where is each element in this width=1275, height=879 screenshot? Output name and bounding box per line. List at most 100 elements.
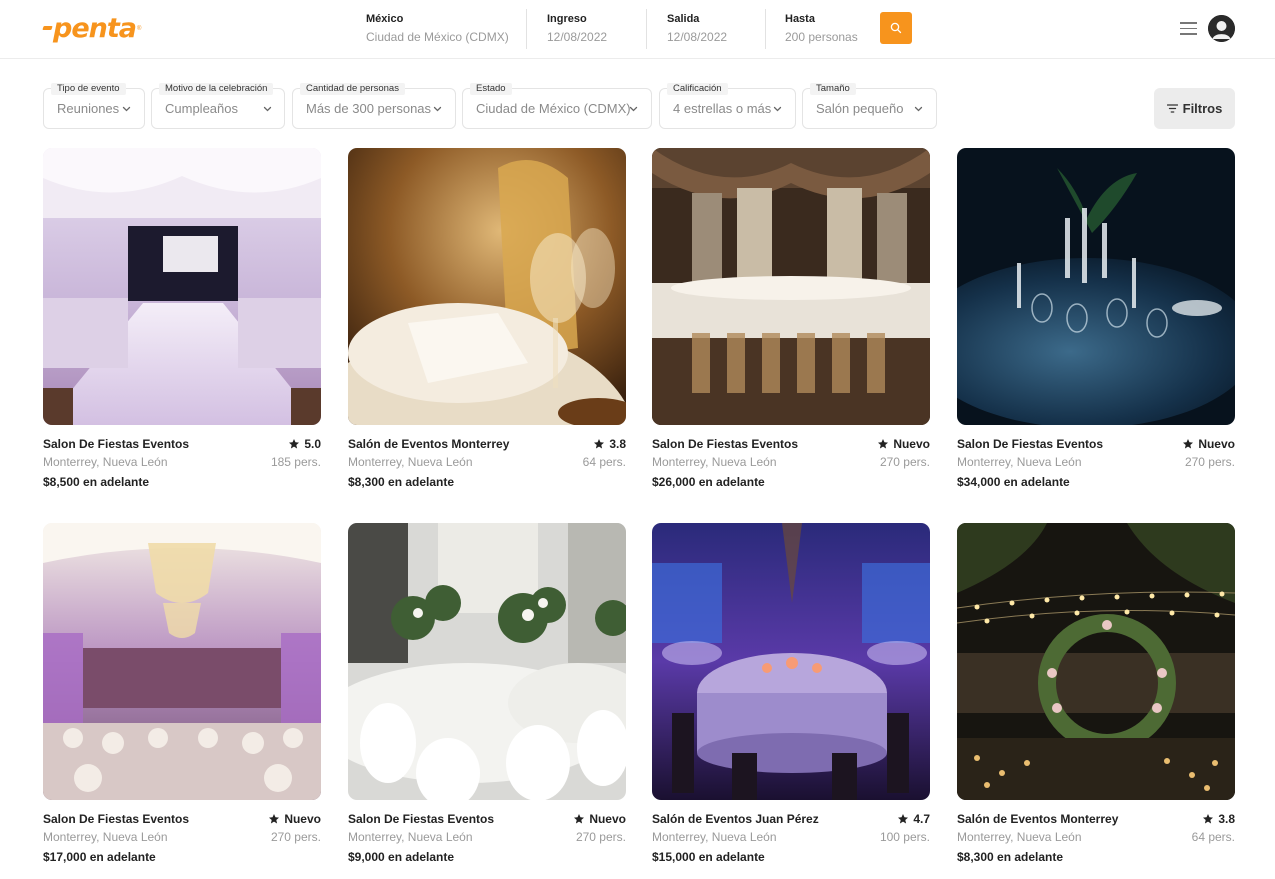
search-button[interactable] [880,12,912,44]
listing-card[interactable]: Salon De Fiestas Eventos Nuevo Monterrey… [348,523,626,868]
filter-celebration-reason[interactable]: Motivo de la celebración Cumpleaños [151,83,285,129]
brand-name: penta [53,12,137,44]
search-checkout[interactable]: Salida 12/08/2022 [647,9,766,49]
listing-rating: 4.7 [897,812,930,826]
filter-rating-label: Calificación [667,83,728,95]
search-bar: México Ciudad de México (CDMX) Ingreso 1… [366,9,912,49]
filter-event-type-label: Tipo de evento [51,83,126,95]
search-guests[interactable]: Hasta 200 personas [766,9,880,49]
listing-title[interactable]: Salón de Eventos Monterrey [957,812,1118,826]
listing-price: $17,000 en adelante [43,850,156,864]
listing-title[interactable]: Salon De Fiestas Eventos [652,437,798,451]
filters-button-label: Filtros [1182,101,1223,116]
user-avatar-icon[interactable] [1208,15,1235,42]
listing-price: $8,500 en adelante [43,475,150,489]
listing-title[interactable]: Salón de Eventos Monterrey [348,437,509,451]
listing-title[interactable]: Salon De Fiestas Eventos [348,812,494,826]
listing-price: $26,000 en adelante [652,475,765,489]
listing-card[interactable]: Salon De Fiestas Eventos 5.0 Monterrey, … [43,148,321,493]
listing-card[interactable]: Salon De Fiestas Eventos Nuevo Monterrey… [43,523,321,868]
filters-button[interactable]: Filtros [1154,88,1235,129]
brand-logo[interactable]: penta ® [42,10,142,46]
listing-photo[interactable] [652,148,930,425]
filter-event-type[interactable]: Tipo de evento Reuniones [43,83,145,129]
star-icon [289,439,300,449]
listing-title[interactable]: Salón de Eventos Juan Pérez [652,812,819,826]
listing-rating: Nuevo [573,812,626,826]
star-icon [898,814,909,824]
filter-rating[interactable]: Calificación 4 estrellas o más [659,83,796,129]
star-icon [878,439,889,449]
listing-rating: Nuevo [268,812,321,826]
filter-guest-count[interactable]: Cantidad de personas Más de 300 personas [292,83,456,129]
listing-title[interactable]: Salon De Fiestas Eventos [43,437,189,451]
listing-card[interactable]: Salón de Eventos Monterrey 3.8 Monterrey… [957,523,1235,868]
listing-rating-value: 5.0 [304,437,321,451]
search-checkin-label: Ingreso [547,13,587,25]
star-icon [269,814,280,824]
listing-card[interactable]: Salon De Fiestas Eventos Nuevo Monterrey… [957,148,1235,493]
search-icon [890,22,902,34]
filter-guest-count-value: Más de 300 personas [306,101,432,116]
search-checkin-value: 12/08/2022 [547,30,608,44]
listing-photo[interactable] [348,523,626,800]
chevron-down-icon [433,106,442,112]
listing-photo[interactable] [652,523,930,800]
listing-photo[interactable] [957,148,1235,425]
listing-rating: Nuevo [877,437,930,451]
filter-state[interactable]: Estado Ciudad de México (CDMX) [462,83,652,129]
filter-size[interactable]: Tamaño Salón pequeño [802,83,937,129]
listing-title[interactable]: Salon De Fiestas Eventos [43,812,189,826]
search-checkin[interactable]: Ingreso 12/08/2022 [527,9,647,49]
listing-photo[interactable] [43,148,321,425]
listing-capacity: 270 pers. [1184,455,1235,469]
listing-price: $8,300 en adelante [348,475,455,489]
listing-rating-value: 4.7 [913,812,930,826]
listing-photo[interactable] [957,523,1235,800]
listing-rating-value: Nuevo [893,437,930,451]
listing-card[interactable]: Salón de Eventos Juan Pérez 4.7 Monterre… [652,523,930,868]
listing-title[interactable]: Salon De Fiestas Eventos [957,437,1103,451]
star-icon [574,814,585,824]
filter-lines-icon [1166,104,1178,113]
listing-photo[interactable] [348,148,626,425]
listing-capacity: 270 pers. [879,455,930,469]
logo-dash [42,26,53,30]
trademark-mark: ® [137,26,142,32]
listing-photo[interactable] [43,523,321,800]
chevron-down-icon [629,106,638,112]
listing-rating-value: Nuevo [284,812,321,826]
listing-capacity: 270 pers. [270,830,321,844]
listing-capacity: 185 pers. [270,455,321,469]
chevron-down-icon [773,106,782,112]
listing-location: Monterrey, Nueva León [652,830,777,844]
filter-state-value: Ciudad de México (CDMX) [476,101,631,116]
search-location-value: Ciudad de México (CDMX) [366,30,509,44]
chevron-down-icon [914,106,923,112]
listing-capacity: 270 pers. [575,830,626,844]
listing-card[interactable]: Salon De Fiestas Eventos Nuevo Monterrey… [652,148,930,493]
listing-capacity: 64 pers. [1191,830,1235,844]
star-icon [1203,814,1214,824]
filter-celebration-reason-label: Motivo de la celebración [159,83,274,95]
search-location-label: México [366,13,404,25]
listing-rating-value: Nuevo [589,812,626,826]
listing-location: Monterrey, Nueva León [348,830,473,844]
listing-rating: Nuevo [1182,437,1235,451]
hamburger-menu-icon[interactable] [1180,22,1197,36]
search-guests-label: Hasta [785,13,815,25]
listing-price: $9,000 en adelante [348,850,455,864]
chevron-down-icon [122,106,131,112]
filter-guest-count-label: Cantidad de personas [300,83,405,95]
search-location[interactable]: México Ciudad de México (CDMX) [366,9,527,49]
listing-capacity: 64 pers. [582,455,626,469]
listing-rating: 3.8 [593,437,626,451]
listing-rating: 5.0 [288,437,321,451]
filter-size-label: Tamaño [810,83,856,95]
star-icon [1183,439,1194,449]
listing-location: Monterrey, Nueva León [43,455,168,469]
filter-celebration-reason-value: Cumpleaños [165,101,238,116]
search-guests-value: 200 personas [785,30,858,44]
listing-card[interactable]: Salón de Eventos Monterrey 3.8 Monterrey… [348,148,626,493]
listing-rating: 3.8 [1202,812,1235,826]
